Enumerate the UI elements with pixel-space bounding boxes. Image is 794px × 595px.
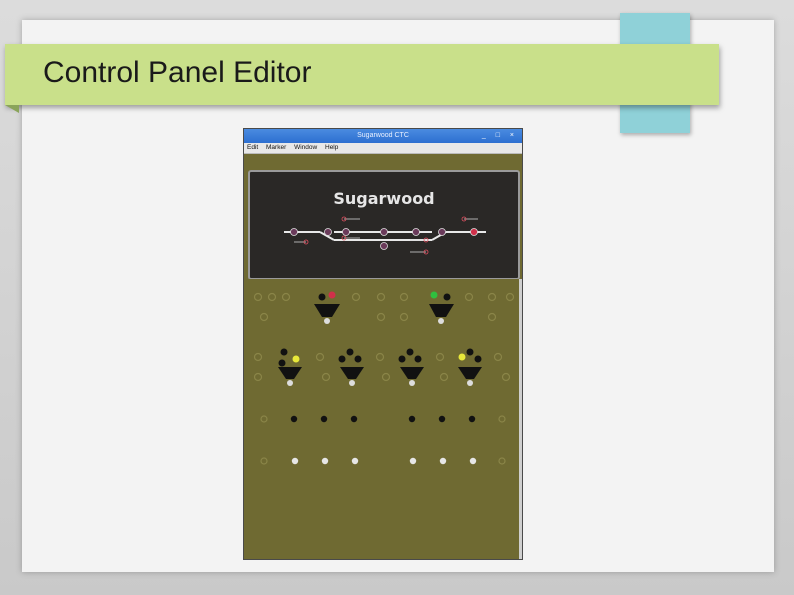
switch-lever-4[interactable] [458, 348, 482, 387]
signal-lever-1[interactable] [314, 291, 340, 325]
ctc-window[interactable]: Sugarwood CTC _ □ × Edit Marker Window H… [243, 128, 523, 560]
window-titlebar[interactable]: Sugarwood CTC _ □ × [244, 129, 522, 143]
menu-help[interactable]: Help [325, 144, 338, 151]
panel-scrollbar[interactable] [519, 279, 522, 559]
switch-lever-1[interactable] [278, 348, 302, 387]
signal-lever-2[interactable] [429, 291, 454, 325]
track-diagram [284, 216, 486, 255]
slide-title: Control Panel Editor [43, 56, 312, 89]
title-band-fold [5, 105, 19, 113]
title-band: Control Panel Editor [5, 44, 719, 113]
track-diagram-board: Sugarwood [248, 170, 520, 280]
indicator-row-black[interactable] [260, 415, 506, 423]
menu-marker[interactable]: Marker [266, 144, 286, 151]
empty-slots-row1 [253, 292, 515, 322]
switch-lever-2[interactable] [338, 348, 365, 387]
control-panel [244, 279, 522, 559]
toolbar-strip [244, 154, 522, 169]
window-title: Sugarwood CTC [357, 132, 409, 139]
panel-controls[interactable] [244, 279, 522, 559]
code-button-row[interactable] [260, 457, 506, 465]
menu-edit[interactable]: Edit [247, 144, 258, 151]
menu-window[interactable]: Window [294, 144, 317, 151]
window-controls[interactable]: _ □ × [482, 129, 518, 143]
menu-bar: Edit Marker Window Help [244, 143, 522, 154]
switch-lever-3[interactable] [398, 348, 425, 387]
